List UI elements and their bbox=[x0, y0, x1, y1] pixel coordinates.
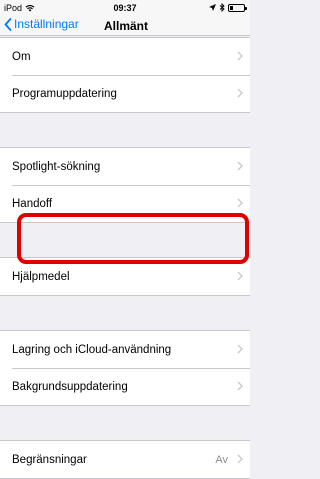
chevron-right-icon bbox=[237, 51, 243, 61]
row-background-refresh[interactable]: Bakgrundsuppdatering bbox=[0, 368, 250, 405]
row-label: Om bbox=[12, 50, 31, 63]
settings-group-accessibility: Hjälpmedel bbox=[0, 257, 250, 296]
back-button-label: Inställningar bbox=[14, 17, 79, 31]
row-label: Hjälpmedel bbox=[12, 270, 70, 283]
settings-group-about: Om Programuppdatering bbox=[0, 37, 250, 113]
row-handoff[interactable]: Handoff bbox=[0, 185, 250, 222]
settings-group-storage: Lagring och iCloud-användning Bakgrundsu… bbox=[0, 330, 250, 406]
chevron-right-icon bbox=[237, 198, 243, 208]
row-storage-icloud[interactable]: Lagring och iCloud-användning bbox=[0, 331, 250, 368]
row-spotlight-search[interactable]: Spotlight-sökning bbox=[0, 148, 250, 185]
chevron-right-icon bbox=[237, 381, 243, 391]
chevron-right-icon bbox=[237, 344, 243, 354]
row-label: Bakgrundsuppdatering bbox=[12, 380, 128, 393]
chevron-right-icon bbox=[237, 161, 243, 171]
chevron-right-icon bbox=[237, 454, 243, 464]
settings-group-restrictions: Begränsningar Av bbox=[0, 440, 250, 479]
row-about[interactable]: Om bbox=[0, 38, 250, 75]
bluetooth-icon bbox=[219, 3, 225, 12]
row-software-update[interactable]: Programuppdatering bbox=[0, 75, 250, 112]
row-label: Begränsningar bbox=[12, 453, 87, 466]
chevron-left-icon bbox=[4, 17, 12, 31]
row-label: Programuppdatering bbox=[12, 87, 117, 100]
settings-list: Om Programuppdatering Spotlight-sökning … bbox=[0, 37, 250, 479]
navigation-bar: Inställningar Allmänt bbox=[0, 16, 250, 36]
row-label: Handoff bbox=[12, 197, 53, 210]
chevron-right-icon bbox=[237, 271, 243, 281]
page-title: Allmänt bbox=[104, 19, 149, 33]
row-label: Lagring och iCloud-användning bbox=[12, 343, 172, 356]
row-accessibility[interactable]: Hjälpmedel bbox=[0, 258, 250, 295]
row-label: Spotlight-sökning bbox=[12, 160, 101, 173]
back-button[interactable]: Inställningar bbox=[4, 17, 79, 31]
settings-group-search: Spotlight-sökning Handoff bbox=[0, 147, 250, 223]
chevron-right-icon bbox=[237, 88, 243, 98]
status-bar: iPod 09:37 bbox=[0, 0, 250, 16]
row-value: Av bbox=[215, 453, 228, 466]
battery-icon bbox=[228, 3, 247, 12]
row-restrictions[interactable]: Begränsningar Av bbox=[0, 441, 250, 478]
location-arrow-icon bbox=[209, 4, 216, 11]
